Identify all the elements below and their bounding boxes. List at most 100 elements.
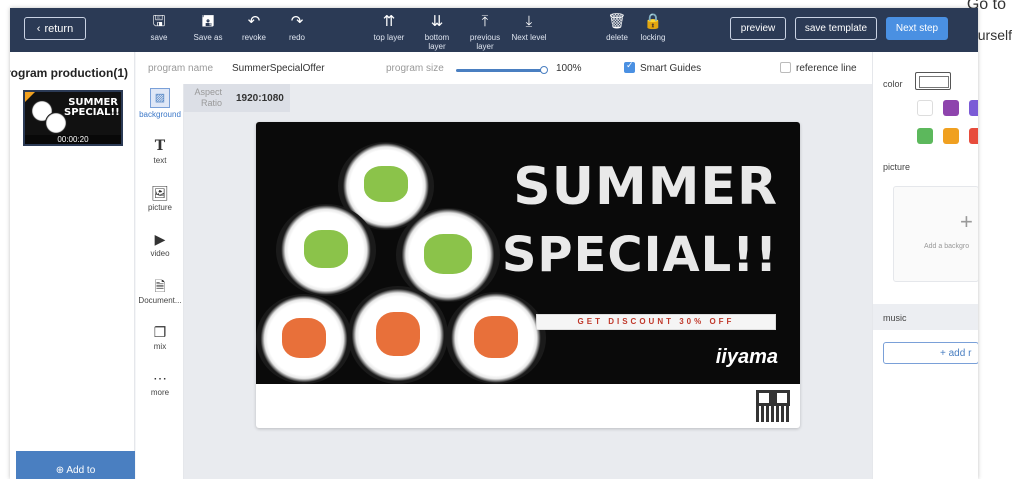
- sushi-roll: [348, 286, 448, 384]
- redo-icon: ↷: [290, 13, 304, 30]
- banner-image[interactable]: SUMMER SPECIAL!! GET DISCOUNT 30% OFF ii…: [256, 122, 800, 384]
- tool-more[interactable]: ⋯ more: [136, 370, 184, 397]
- sushi-roll: [276, 204, 376, 296]
- banner-line-special: SPECIAL!!: [501, 227, 778, 283]
- avocado-fill: [424, 234, 472, 274]
- picture-icon: 🖼: [151, 185, 169, 201]
- tool-text[interactable]: T text: [136, 138, 184, 165]
- locking-button[interactable]: 🔒 locking: [636, 13, 670, 42]
- previous-layer-label: previous layer: [469, 33, 501, 51]
- tool-text-label: text: [153, 156, 167, 165]
- add-background-label: Add a backgro: [924, 243, 970, 250]
- tool-mix-label: mix: [153, 342, 167, 351]
- previous-layer-icon: ⤒: [481, 13, 489, 30]
- banner-line-summer: SUMMER: [513, 157, 778, 217]
- return-button[interactable]: ‹ return: [24, 17, 86, 40]
- add-music-button[interactable]: + add r: [883, 342, 978, 364]
- smart-guides-label: Smart Guides: [640, 63, 702, 74]
- sushi-roll: [256, 294, 352, 384]
- swatch-orange[interactable]: [943, 128, 959, 144]
- tool-video-label: video: [150, 249, 170, 258]
- program-production-title: rogram production(1): [10, 66, 128, 80]
- text-icon: T: [154, 138, 166, 154]
- color-label: color: [883, 79, 903, 89]
- save-as-label: Save as: [193, 33, 223, 42]
- delete-button[interactable]: 🗑 delete: [602, 13, 632, 42]
- swatch-white[interactable]: [917, 100, 933, 116]
- tool-more-label: more: [150, 388, 170, 397]
- preview-button[interactable]: preview: [730, 17, 786, 40]
- more-icon: ⋯: [153, 370, 167, 386]
- background-icon: ▨: [150, 88, 170, 108]
- tool-picture[interactable]: 🖼 picture: [136, 185, 184, 212]
- document-icon: 🗎: [154, 278, 166, 294]
- save-as-button[interactable]: 🖪 Save as: [191, 13, 225, 42]
- brand-logo: iiyama: [715, 346, 778, 368]
- previous-layer-button[interactable]: ⤒ previous layer: [465, 13, 505, 51]
- background-text: urself: [977, 27, 1012, 43]
- program-size-slider[interactable]: [456, 66, 548, 74]
- next-level-label: Next level: [511, 33, 547, 42]
- save-label: save: [150, 33, 168, 42]
- mix-icon: ❐: [153, 324, 167, 340]
- redo-button[interactable]: ↷ redo: [282, 13, 312, 42]
- tool-background[interactable]: ▨ background: [136, 88, 184, 119]
- bottom-layer-icon: ⇊: [430, 13, 444, 30]
- tool-document[interactable]: 🗎 Document...: [136, 278, 184, 305]
- program-preview-card[interactable]: SUMMER SPECIAL!! GET DISCOUNT 30% OFF ii…: [256, 122, 800, 428]
- undo-icon: ↶: [247, 13, 261, 30]
- top-layer-button[interactable]: ⇈ top layer: [370, 13, 408, 42]
- save-button[interactable]: 🖫 save: [144, 13, 174, 42]
- video-icon: ▶: [154, 231, 166, 247]
- swatch-purple[interactable]: [943, 100, 959, 116]
- qr-code-icon[interactable]: [756, 390, 790, 422]
- thumbnail-title: SUMMER SPECIAL!!: [64, 97, 120, 118]
- avocado-fill: [364, 166, 408, 202]
- properties-panel: color picture + Add a backgro music + ad…: [872, 52, 978, 479]
- add-to-button[interactable]: ⊕ Add to: [16, 451, 135, 479]
- reference-line-checkbox[interactable]: [780, 62, 791, 73]
- top-layer-icon: ⇈: [382, 13, 396, 30]
- save-template-button[interactable]: save template: [795, 17, 877, 40]
- editing-canvas[interactable]: Aspect Ratio 1920:1080 SUMMER SPECIAL!! …: [184, 84, 872, 479]
- program-list-panel: rogram production(1) SUMMER SPECIAL!! 00…: [10, 52, 135, 479]
- program-size-value: 100%: [556, 63, 582, 74]
- aspect-ratio-label: Aspect Ratio: [194, 87, 222, 108]
- program-thumbnail[interactable]: SUMMER SPECIAL!! 00:00:20: [23, 90, 123, 146]
- color-picker[interactable]: [915, 72, 951, 90]
- next-level-button[interactable]: ⤓ Next level: [508, 13, 550, 42]
- next-step-button[interactable]: Next step: [886, 17, 948, 40]
- element-tools: ▨ background T text 🖼 picture ▶ video 🗎 …: [136, 84, 184, 479]
- revoke-button[interactable]: ↶ revoke: [238, 13, 270, 42]
- delete-label: delete: [606, 33, 628, 42]
- swatch-green[interactable]: [917, 128, 933, 144]
- bottom-layer-button[interactable]: ⇊ bottom layer: [419, 13, 455, 51]
- tool-mix[interactable]: ❐ mix: [136, 324, 184, 351]
- save-icon: 🖫: [152, 13, 166, 30]
- save-as-icon: 🖪: [201, 13, 215, 30]
- add-background-button[interactable]: + Add a backgro: [893, 186, 978, 282]
- swatch-red[interactable]: [969, 128, 978, 144]
- salmon-fill: [474, 316, 518, 358]
- smart-guides-checkbox[interactable]: ✓: [624, 60, 635, 73]
- aspect-ratio-box: Aspect Ratio 1920:1080: [184, 84, 290, 112]
- tool-picture-label: picture: [147, 203, 172, 212]
- program-name-input[interactable]: SummerSpecialOffer: [232, 63, 325, 74]
- salmon-fill: [376, 312, 420, 356]
- chevron-left-icon: ‹: [36, 22, 41, 35]
- tool-video[interactable]: ▶ video: [136, 231, 184, 258]
- swatch-violet[interactable]: [969, 100, 978, 116]
- thumbnail-corner-mark: [25, 92, 35, 102]
- editor-window: ‹ return 🖫 save 🖪 Save as ↶ revoke ↷ red…: [10, 8, 978, 479]
- top-layer-label: top layer: [373, 33, 405, 42]
- avocado-fill: [304, 230, 348, 268]
- redo-label: redo: [288, 33, 305, 42]
- banner-discount: GET DISCOUNT 30% OFF: [536, 314, 776, 330]
- check-icon: ✓: [626, 60, 634, 70]
- revoke-label: revoke: [241, 33, 266, 42]
- delete-icon: 🗑: [607, 13, 627, 30]
- slider-knob[interactable]: [540, 66, 548, 74]
- bottom-layer-label: bottom layer: [424, 33, 450, 51]
- screen: Go to urself ‹ return 🖫 save 🖪 Save as ↶…: [0, 0, 1012, 479]
- program-size-label: program size: [386, 63, 444, 74]
